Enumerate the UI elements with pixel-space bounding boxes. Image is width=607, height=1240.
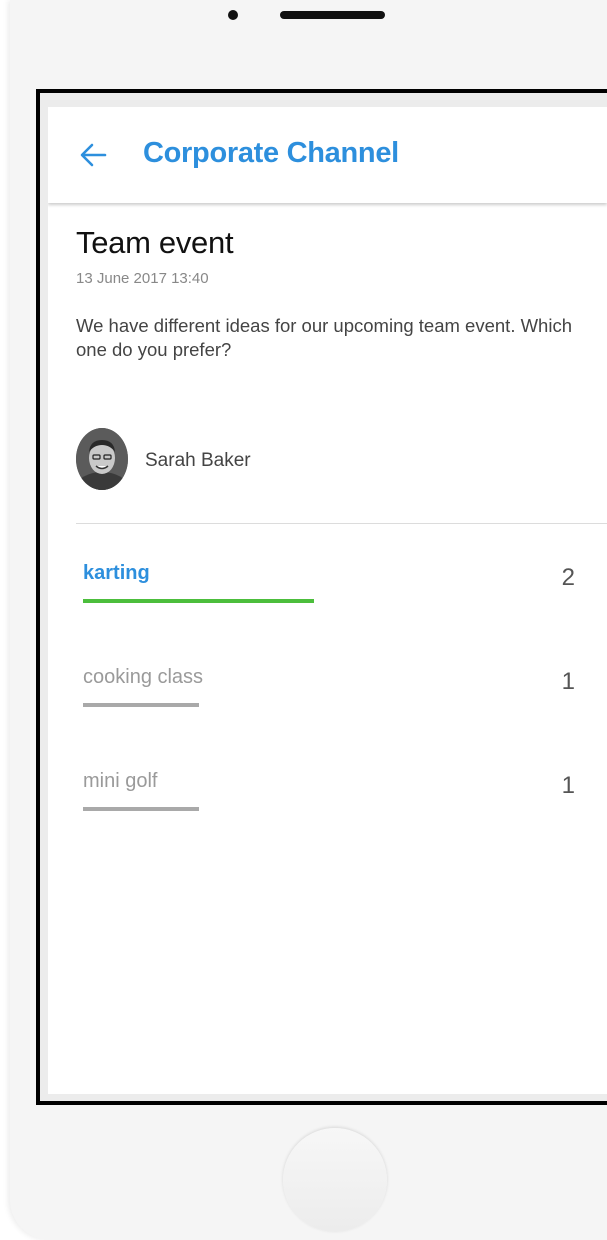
back-arrow-icon[interactable]: [78, 140, 108, 170]
poll-option-label: mini golf: [83, 770, 158, 792]
app-bar: Corporate Channel: [48, 107, 607, 203]
poll-option-count: 1: [561, 772, 575, 799]
poll-option[interactable]: cooking class 1: [48, 666, 607, 746]
channel-title: Corporate Channel: [143, 137, 399, 169]
front-camera: [228, 10, 238, 20]
poll-option-count: 2: [561, 564, 575, 591]
poll-option-label: cooking class: [83, 666, 204, 688]
post-body: We have different ideas for our upcoming…: [76, 315, 572, 360]
app-screen: Corporate Channel Team event 13 June 201…: [48, 107, 607, 1094]
poll-option-label: karting: [83, 562, 150, 584]
poll-option[interactable]: mini golf 1: [48, 770, 607, 850]
avatar-photo-icon: [76, 428, 128, 490]
section-divider: [76, 523, 607, 524]
post-date: 13 June 2017 13:40: [76, 270, 209, 287]
author-name: Sarah Baker: [145, 450, 251, 471]
poll-option[interactable]: karting 2: [48, 562, 607, 642]
poll-option-bar: [83, 703, 199, 707]
earpiece-speaker: [280, 11, 385, 19]
post-title: Team event: [76, 225, 234, 260]
author-avatar[interactable]: [76, 428, 128, 490]
home-button[interactable]: [283, 1128, 387, 1232]
poll-option-count: 1: [561, 668, 575, 695]
poll-option-bar: [83, 807, 199, 811]
poll-option-bar: [83, 599, 314, 603]
